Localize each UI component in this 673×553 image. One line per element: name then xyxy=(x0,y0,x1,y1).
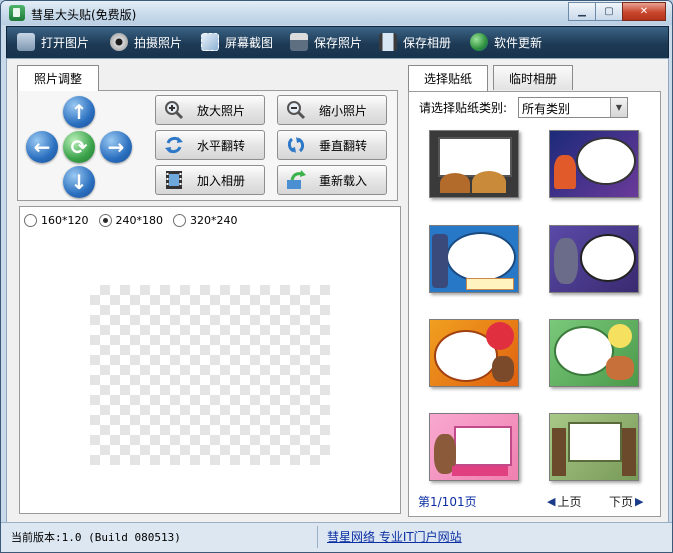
album-save-icon xyxy=(379,33,397,51)
close-button[interactable]: ✕ xyxy=(622,2,666,21)
size-options: 160*120 240*180 320*240 xyxy=(24,211,238,229)
arrow-down-icon: ↓ xyxy=(70,170,88,194)
prev-page-button[interactable]: ◀ 上页 xyxy=(547,493,581,510)
arrow-up-icon: ↑ xyxy=(70,100,88,124)
add-to-album-label: 加入相册 xyxy=(196,173,245,188)
main-area: 照片调整 ↑ ← ⟳ → ↓ 放大照片 缩小照片 水平翻转 垂直翻转 加入相册 … xyxy=(6,58,669,523)
sticker-panel: 请选择贴纸类别: 所有类别 ▼ 第1/101页 ◀ 上页 下页 ▶ xyxy=(408,91,661,517)
reload-icon xyxy=(286,170,306,190)
next-page-label: 下页 xyxy=(609,495,634,509)
sticker-thumb[interactable] xyxy=(429,130,519,198)
sticker-category-label: 请选择贴纸类别: xyxy=(419,101,508,115)
next-arrow-icon: ▶ xyxy=(635,495,644,508)
reload-label: 重新载入 xyxy=(318,173,367,188)
minimize-button[interactable]: ▁ xyxy=(568,2,596,21)
maximize-icon: ▢ xyxy=(604,6,614,17)
zoom-in-label: 放大照片 xyxy=(196,103,245,118)
film-strip-icon xyxy=(164,170,184,190)
screenshot-icon xyxy=(201,33,219,51)
photo-adjust-panel: ↑ ← ⟳ → ↓ 放大照片 缩小照片 水平翻转 垂直翻转 加入相册 重新载入 xyxy=(17,90,398,201)
move-left-button[interactable]: ← xyxy=(26,131,58,163)
website-link[interactable]: 彗星网络 专业IT门户网站 xyxy=(327,528,462,545)
sticker-thumb[interactable] xyxy=(549,319,639,387)
version-text: 当前版本:1.0 (Build 080513) xyxy=(11,531,181,544)
status-bar: 当前版本:1.0 (Build 080513) 彗星网络 专业IT门户网站 xyxy=(1,522,672,552)
save-album-label: 保存相册 xyxy=(403,35,452,50)
open-image-label: 打开图片 xyxy=(41,35,90,50)
move-right-button[interactable]: → xyxy=(100,131,132,163)
sticker-thumb[interactable] xyxy=(429,319,519,387)
prev-page-label: 上页 xyxy=(557,495,582,509)
tab-photo-adjust-label: 照片调整 xyxy=(33,72,82,86)
zoom-out-button[interactable]: 缩小照片 xyxy=(277,95,387,125)
save-album-button[interactable]: 保存相册 xyxy=(379,31,451,53)
zoom-out-label: 缩小照片 xyxy=(318,103,367,118)
maximize-button[interactable]: ▢ xyxy=(595,2,623,21)
sticker-thumb[interactable] xyxy=(549,130,639,198)
update-globe-icon xyxy=(470,33,488,51)
sticker-thumb[interactable] xyxy=(429,225,519,293)
flip-horizontal-label: 水平翻转 xyxy=(196,138,245,153)
size-label-240: 240*180 xyxy=(115,213,164,227)
title-bar[interactable]: 彗星大头贴(免费版) ▁ ▢ ✕ xyxy=(1,1,672,25)
flip-vertical-icon xyxy=(286,135,306,155)
minimize-icon: ▁ xyxy=(578,6,586,17)
prev-arrow-icon: ◀ xyxy=(547,495,556,508)
app-icon xyxy=(9,5,25,21)
size-radio-160[interactable] xyxy=(24,213,37,227)
chevron-down-icon: ▼ xyxy=(610,98,627,117)
open-image-button[interactable]: 打开图片 xyxy=(17,31,89,53)
sticker-thumb[interactable] xyxy=(549,225,639,293)
main-toolbar: 打开图片 拍摄照片 屏幕截图 保存照片 保存相册 软件更新 xyxy=(6,26,669,59)
flip-vertical-button[interactable]: 垂直翻转 xyxy=(277,130,387,160)
app-window: 彗星大头贴(免费版) ▁ ▢ ✕ 打开图片 拍摄照片 屏幕截图 保存照片 保存相… xyxy=(0,0,673,553)
update-button[interactable]: 软件更新 xyxy=(470,31,542,53)
photo-canvas[interactable] xyxy=(90,285,330,465)
photo-preview-area: 160*120 240*180 320*240 xyxy=(19,206,401,514)
move-up-button[interactable]: ↑ xyxy=(63,96,95,128)
take-photo-button[interactable]: 拍摄照片 xyxy=(110,31,182,53)
add-to-album-button[interactable]: 加入相册 xyxy=(155,165,265,195)
size-label-320: 320*240 xyxy=(190,213,238,227)
folder-open-icon xyxy=(17,33,35,51)
arrow-right-icon: → xyxy=(107,135,125,159)
arrow-left-icon: ← xyxy=(33,135,51,159)
reset-position-button[interactable]: ⟳ xyxy=(63,131,95,163)
page-info: 第1/101页 xyxy=(418,495,477,509)
zoom-out-icon xyxy=(286,100,306,120)
zoom-in-icon xyxy=(164,100,184,120)
next-page-button[interactable]: 下页 ▶ xyxy=(609,493,643,510)
refresh-icon: ⟳ xyxy=(70,135,88,159)
update-label: 软件更新 xyxy=(494,35,543,50)
sticker-category-value: 所有类别 xyxy=(522,102,571,116)
close-icon: ✕ xyxy=(639,6,649,17)
save-photo-label: 保存照片 xyxy=(314,35,363,50)
screenshot-button[interactable]: 屏幕截图 xyxy=(201,31,273,53)
tab-choose-sticker-label: 选择贴纸 xyxy=(423,72,472,86)
floppy-disk-icon xyxy=(290,33,308,51)
take-photo-label: 拍摄照片 xyxy=(134,35,183,50)
status-divider xyxy=(317,526,318,548)
zoom-in-button[interactable]: 放大照片 xyxy=(155,95,265,125)
tab-choose-sticker[interactable]: 选择贴纸 xyxy=(408,65,488,91)
size-radio-240[interactable] xyxy=(98,213,112,227)
save-photo-button[interactable]: 保存照片 xyxy=(290,31,362,53)
screenshot-label: 屏幕截图 xyxy=(225,35,274,50)
size-label-160: 160*120 xyxy=(41,213,89,227)
flip-vertical-label: 垂直翻转 xyxy=(318,138,367,153)
move-down-button[interactable]: ↓ xyxy=(63,166,95,198)
flip-horizontal-button[interactable]: 水平翻转 xyxy=(155,130,265,160)
size-radio-320[interactable] xyxy=(173,213,186,227)
sticker-thumb[interactable] xyxy=(429,413,519,481)
reload-button[interactable]: 重新载入 xyxy=(277,165,387,195)
tab-temp-album-label: 临时相册 xyxy=(508,71,557,86)
tab-temp-album[interactable]: 临时相册 xyxy=(493,65,573,90)
sticker-category-select[interactable]: 所有类别 ▼ xyxy=(518,97,628,118)
window-title: 彗星大头贴(免费版) xyxy=(31,8,137,22)
window-controls: ▁ ▢ ✕ xyxy=(568,2,666,21)
tab-photo-adjust[interactable]: 照片调整 xyxy=(17,65,99,91)
webcam-icon xyxy=(110,33,128,51)
flip-horizontal-icon xyxy=(164,135,184,155)
sticker-thumb[interactable] xyxy=(549,413,639,481)
